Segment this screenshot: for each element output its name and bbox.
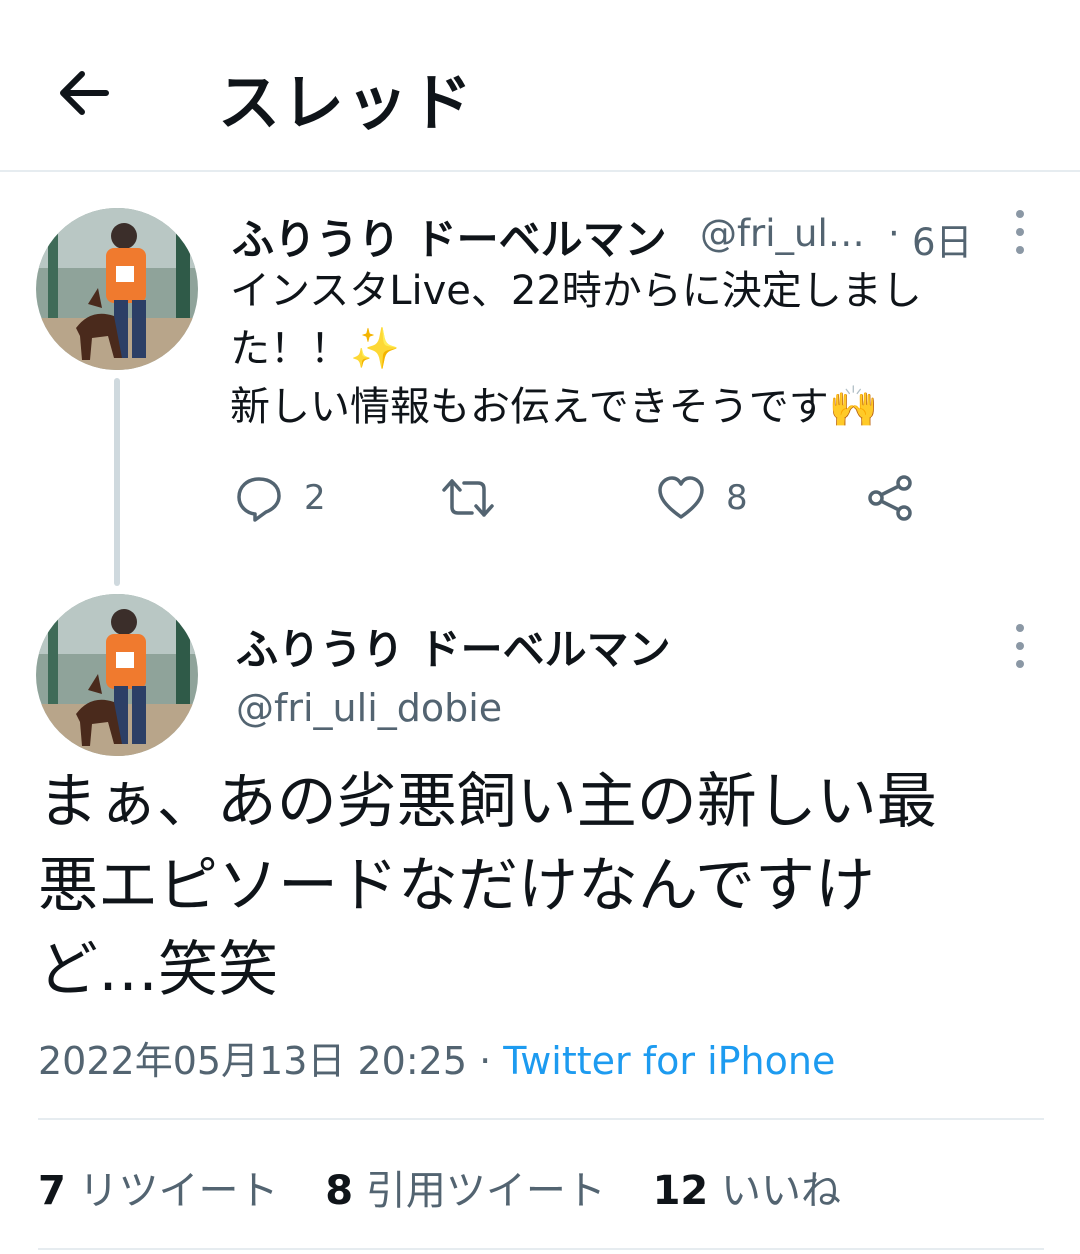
retweets-stat[interactable]: 7 リツイート: [38, 1168, 279, 1214]
tweet-text: インスタLive、22時からに決定しまし た！！✨ 新しい情報もお伝えできそうで…: [230, 262, 1030, 436]
share-button[interactable]: [866, 470, 916, 526]
reply-button[interactable]: 2: [234, 470, 326, 526]
separator-dot: ·: [479, 1039, 492, 1083]
tweet-text-line: インスタLive、22時からに決定しまし: [230, 268, 922, 314]
divider: [38, 1248, 1044, 1250]
reply-count: 2: [304, 478, 326, 518]
retweet-button[interactable]: [440, 470, 496, 526]
tweet-author-name[interactable]: ふりうり ドーベルマン: [232, 206, 667, 267]
tweet-text-line: 新しい情報もお伝えできそうです🙌: [230, 384, 879, 430]
like-button[interactable]: 8: [656, 470, 748, 526]
likes-count: 12: [652, 1168, 709, 1214]
engagement-stats: 7 リツイート 8 引用ツイート 12 いいね: [38, 1158, 875, 1216]
more-options-icon[interactable]: [1010, 210, 1030, 254]
tweet-timestamp[interactable]: 2022年05月13日 20:25: [38, 1039, 467, 1083]
more-options-icon[interactable]: [1010, 624, 1030, 668]
tweet-text-line: 悪エピソードなだけなんですけ: [38, 851, 875, 921]
tweet-time[interactable]: 6日: [912, 212, 973, 266]
share-icon: [868, 475, 912, 521]
reply-icon: [237, 477, 281, 522]
quotes-label: 引用ツイート: [365, 1168, 606, 1214]
back-arrow-icon[interactable]: [50, 58, 120, 128]
tweet-author-handle[interactable]: @fri_uli_dobie: [236, 686, 502, 730]
like-count: 8: [726, 478, 748, 518]
separator-dot: ·: [888, 212, 900, 255]
tweet-meta: 2022年05月13日 20:25 · Twitter for iPhone: [38, 1030, 835, 1085]
tweet-text: まぁ、あの劣悪飼い主の新しい最 悪エピソードなだけなんですけ ど…笑笑: [38, 760, 1048, 1012]
tweet-source-link[interactable]: Twitter for iPhone: [503, 1039, 835, 1083]
heart-icon: [658, 476, 704, 519]
tweet-author-handle[interactable]: @fri_ul…: [700, 212, 865, 255]
tweet-text-line: た！！✨: [230, 326, 400, 372]
tweet-text-line: ど…笑笑: [38, 935, 278, 1005]
tweet-text-line: まぁ、あの劣悪飼い主の新しい最: [38, 767, 937, 837]
quotes-count: 8: [325, 1168, 354, 1214]
thread-connector: [114, 378, 120, 586]
top-bar: スレッド: [0, 0, 1080, 172]
page-title: スレッド: [218, 66, 475, 139]
avatar[interactable]: [36, 208, 198, 370]
retweets-label: リツイート: [78, 1168, 279, 1214]
likes-stat[interactable]: 12 いいね: [653, 1168, 841, 1214]
divider: [38, 1118, 1044, 1120]
retweet-icon: [442, 479, 494, 517]
likes-label: いいね: [720, 1168, 841, 1214]
avatar[interactable]: [36, 594, 198, 756]
quotes-stat[interactable]: 8 引用ツイート: [325, 1168, 606, 1214]
tweet-author-name[interactable]: ふりうり ドーベルマン: [236, 616, 671, 677]
retweets-count: 7: [38, 1168, 66, 1214]
